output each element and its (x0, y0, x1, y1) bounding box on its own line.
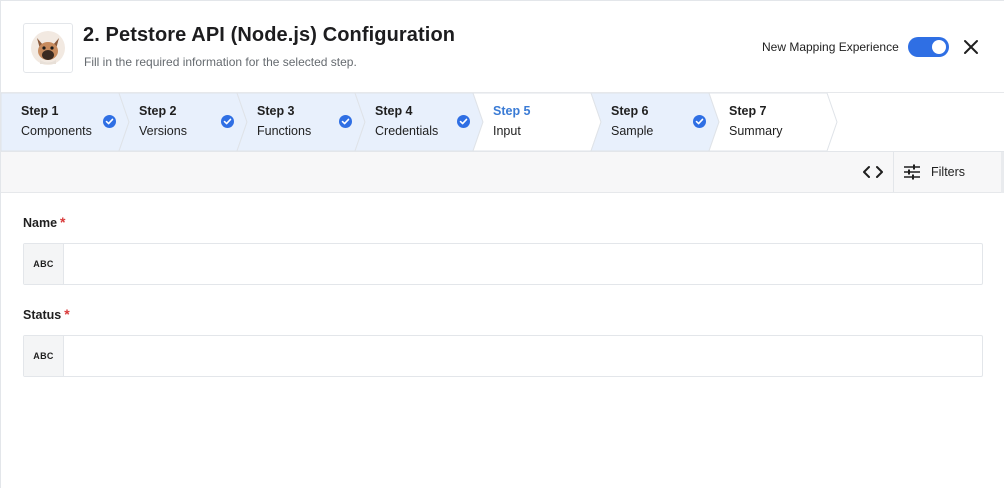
dog-avatar-icon (31, 31, 65, 65)
status-field: ABC (23, 335, 983, 377)
check-icon (221, 115, 234, 128)
step-number: Step 1 (21, 104, 59, 118)
code-icon (863, 166, 883, 178)
step-label: Versions (139, 124, 187, 138)
close-icon (964, 40, 978, 54)
step-number: Step 2 (139, 104, 177, 118)
required-marker: * (64, 306, 70, 322)
required-marker: * (60, 214, 66, 230)
page-title: 2. Petstore API (Node.js) Configuration (83, 24, 456, 46)
page-subtitle: Fill in the required information for the… (84, 55, 357, 69)
step-2[interactable]: Step 2 Versions (139, 93, 237, 151)
mapping-experience-toggle[interactable] (908, 37, 949, 57)
step-5[interactable]: Step 5 Input (493, 93, 591, 151)
check-icon (693, 115, 706, 128)
mapping-toggle-label: New Mapping Experience (762, 40, 899, 54)
step-number: Step 5 (493, 104, 531, 118)
connector-logo (23, 23, 73, 73)
check-icon (339, 115, 352, 128)
toolbar-divider (893, 152, 894, 192)
step-label: Credentials (375, 124, 439, 138)
step-number: Step 6 (611, 104, 649, 118)
step-number: Step 7 (729, 104, 767, 118)
status-label-text: Status (23, 308, 62, 322)
text-type-badge: ABC (24, 336, 64, 376)
filters-label: Filters (931, 165, 966, 179)
name-field-label: Name * (23, 214, 66, 230)
step-4[interactable]: Step 4 Credentials (375, 93, 473, 151)
filters-button[interactable]: Filters (903, 162, 965, 182)
configuration-dialog: 2. Petstore API (Node.js) Configuration … (0, 0, 1004, 488)
step-label: Input (493, 124, 521, 138)
step-label: Functions (257, 124, 312, 138)
name-label-text: Name (23, 216, 58, 230)
sliders-icon (904, 164, 920, 180)
wizard-stepper: Step 1 Components Step 2 Versions Step 3 Func… (1, 93, 1004, 152)
close-button[interactable] (961, 37, 981, 57)
toggle-knob (932, 40, 946, 54)
step-6[interactable]: Step 6 Sample (611, 93, 709, 151)
name-field: ABC (23, 243, 983, 285)
input-toolbar: Filters (1, 152, 1004, 193)
step-label: Sample (611, 124, 654, 138)
step-7[interactable]: Step 7 Summary (729, 93, 827, 151)
code-view-button[interactable] (862, 162, 884, 182)
step-label: Summary (729, 124, 783, 138)
status-input[interactable] (65, 336, 982, 376)
step-number: Step 3 (257, 104, 295, 118)
step-label: Components (21, 124, 92, 138)
step-number: Step 4 (375, 104, 413, 118)
text-type-badge: ABC (24, 244, 64, 284)
dialog-header: 2. Petstore API (Node.js) Configuration … (1, 1, 1004, 93)
check-icon (103, 115, 116, 128)
status-field-label: Status * (23, 306, 70, 322)
step-3[interactable]: Step 3 Functions (257, 93, 355, 151)
check-icon (457, 115, 470, 128)
step-1[interactable]: Step 1 Components (21, 93, 119, 151)
name-input[interactable] (65, 244, 982, 284)
